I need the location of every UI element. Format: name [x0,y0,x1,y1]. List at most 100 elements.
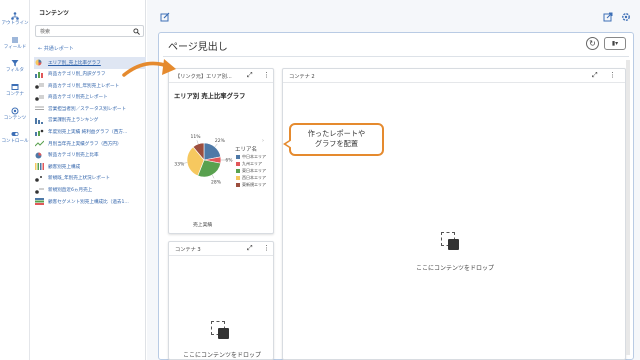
rail-filter[interactable]: フィルタ [0,59,30,74]
callout-bubble: 作ったレポートや グラフを配置 [283,123,384,156]
canvas-scrollbar[interactable] [626,60,630,355]
guide-arrow-icon [122,59,176,77]
panel-title: コンテンツ [39,10,70,17]
page-title: ページ見出し [168,42,228,53]
legend-swatch [236,162,240,166]
back-arrow-icon: ← [38,46,43,52]
pie-chart-icon [35,59,42,66]
legend-item[interactable]: 中日本エリア [236,154,266,160]
edit-page-icon[interactable] [160,12,170,22]
container-3[interactable]: コンテナ 3 ⤢ ⋮ ここにコンテンツをドロップ [168,241,274,360]
rail-control[interactable]: コントロール [0,130,30,145]
rail-field-label: フィールド [3,45,27,50]
search-placeholder: 検索 [40,29,51,35]
crosstab-icon [35,106,44,111]
list-item[interactable]: 新規既_年別売上状況レポート [34,173,146,185]
back-label: 共通レポート [43,46,74,52]
container-1[interactable]: 【リンク元】エリア別... ⤢ ⋮ エリア別 売上比率グラフ 22% 6% 28% 3… [168,68,274,234]
rail-contents-label: コンテンツ [3,116,27,121]
container-title: コンテナ 3 [175,246,201,253]
expand-icon[interactable]: ⤢ [247,244,253,253]
legend-item[interactable]: 東日本エリア [236,168,266,174]
chart-title: エリア別 売上比率グラフ [174,93,246,100]
list-item[interactable]: 月別当年売上実績グラフ（西方円） [34,138,146,150]
more-menu-icon[interactable]: ⋮ [263,244,270,252]
back-link[interactable]: ← 共通レポート [38,45,74,52]
chart-x-label: 売上実績 [193,223,213,228]
title-divider [163,56,629,57]
rail-filter-label: フィルタ [6,68,24,73]
list-item-label: 年度別売上実績 純利益グラフ（西方... [48,130,128,136]
legend-swatch [236,155,240,159]
callout-line-2: グラフを配置 [314,139,359,148]
legend-title: エリア名 [235,147,258,153]
list-item[interactable]: 顧客別売上構成 [34,161,146,173]
list-item-label: 顧客別売上構成 [48,164,81,170]
rail-container[interactable]: コンテナ [0,83,30,98]
container-icon [11,84,19,90]
list-item-label: 商品カテゴリ別_内訳グラフ [48,72,106,78]
legend-label: 九州エリア [242,161,262,166]
pie-leader-line [196,140,199,145]
rail-contents[interactable]: コンテンツ [0,107,30,122]
rail-container-label: コンテナ [6,92,24,97]
drop-hint: ここにコンテンツをドロップ [182,352,261,359]
legend-label: 中日本エリア [242,154,266,159]
share-icon[interactable] [603,12,613,22]
list-item-label: 営業担当者別／ステータス別レポート [48,106,127,112]
ranking-icon [35,117,43,124]
export-menu-button[interactable]: ▮▾ [604,37,626,50]
legend-swatch [236,176,240,180]
list-item[interactable]: 営業担当者別／ステータス別レポート [34,103,146,115]
rail-outline-label: アウトライン [1,21,29,26]
list-item[interactable]: 製品カテゴリ別売上比率 [34,150,146,162]
pie-data-label: 22% [215,138,226,144]
expand-icon[interactable]: ⤢ [247,71,253,80]
legend-expand-icon[interactable]: › [262,138,264,144]
more-menu-icon[interactable]: ⋮ [609,71,616,79]
table-icon [35,95,44,101]
legend-item[interactable]: 九州エリア [236,161,262,167]
list-item-label: 商品カテゴリ別売上レポート [48,95,108,101]
search-input[interactable]: 検索 [35,25,144,37]
container-2[interactable]: コンテナ 2 ⤢ ⋮ ここにコンテンツをドロップ [282,68,626,360]
list-item[interactable]: 年度別売上実績 純利益グラフ（西方... [34,127,146,139]
legend-item[interactable]: 東新規エリア [236,182,266,188]
export-icon: ▮▾ [611,40,619,47]
list-item-label: 新規別直近6ヵ月売上 [48,188,93,194]
refresh-button[interactable]: ↻ [586,37,599,50]
legend-swatch [236,169,240,173]
list-item[interactable]: 顧客セグメント別売上構成比（過去1... [34,196,146,208]
drop-target-icon [211,321,229,339]
control-icon [11,132,19,136]
search-icon[interactable] [133,28,140,35]
pie-data-label: 11% [191,134,202,140]
combo-chart-icon [35,129,44,136]
pie-chart-icon [35,152,42,159]
more-menu-icon[interactable]: ⋮ [263,71,270,79]
container-title: 【リンク元】エリア別... [175,73,232,80]
pie-data-label: 6% [225,158,233,164]
rail-control-label: コントロール [1,139,29,144]
table-icon [35,83,44,89]
rail-field[interactable]: フィールド [0,36,30,51]
refresh-icon: ↻ [589,39,596,48]
legend-label: 東新規エリア [242,182,266,187]
list-item-label: 営業課別売上ランキング [48,118,99,124]
container-header: 【リンク元】エリア別... ⤢ ⋮ [169,69,273,83]
expand-icon[interactable]: ⤢ [592,71,598,80]
rail-outline[interactable]: アウトライン [0,12,30,27]
left-rail: アウトライン フィールド フィルタ コンテナ コンテンツ コントロール [0,0,30,360]
bar-chart-icon [35,71,43,78]
pie-leader-line [214,143,218,148]
settings-icon[interactable] [621,12,631,22]
legend-label: 東日本エリア [242,168,266,173]
list-item[interactable]: 営業課別売上ランキング [34,115,146,127]
list-item[interactable]: 商品カテゴリ別売上レポート [34,92,146,104]
table-icon [35,175,42,182]
legend-label: 西日本エリア [242,175,266,180]
container-header: コンテナ 3 ⤢ ⋮ [169,242,273,256]
legend-item[interactable]: 西日本エリア [236,175,266,181]
list-item[interactable]: 新規別直近6ヵ月売上 [34,185,146,197]
line-chart-icon [35,140,44,147]
